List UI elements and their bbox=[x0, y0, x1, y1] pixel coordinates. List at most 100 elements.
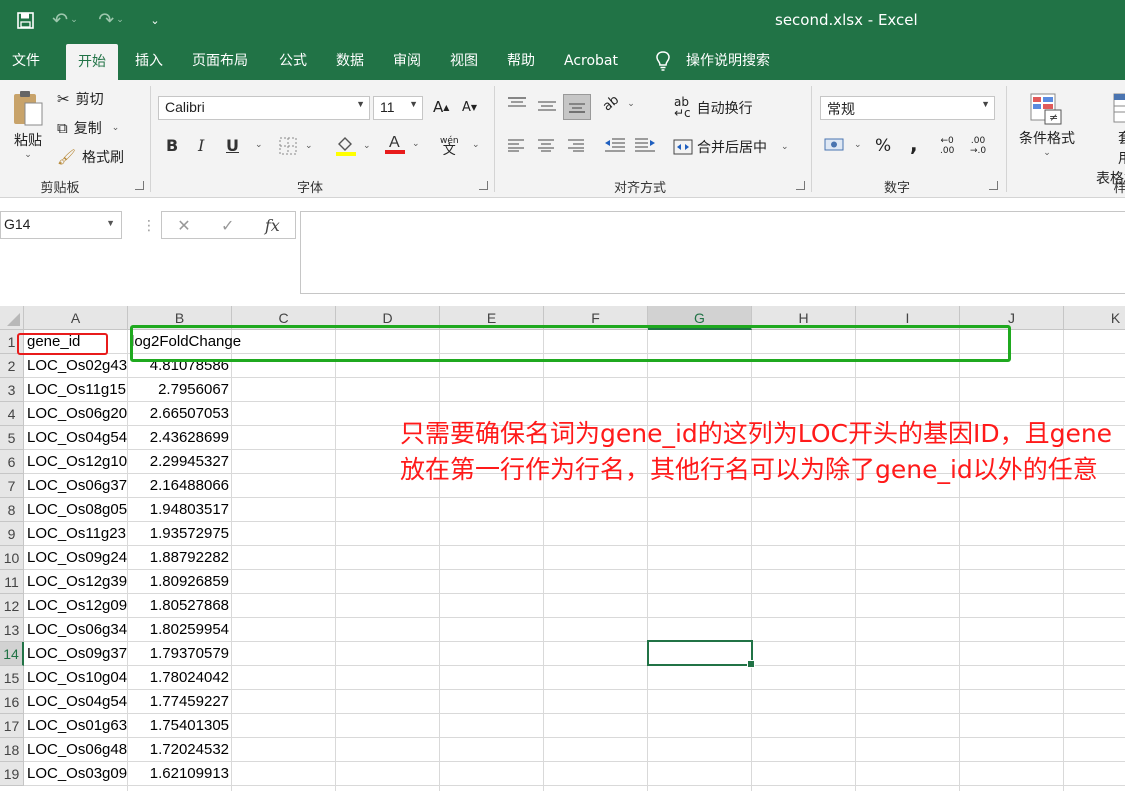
tab-view[interactable]: 视图 bbox=[438, 42, 490, 80]
decrease-decimal-button[interactable]: .00 →.0 bbox=[970, 136, 986, 156]
phonetic-button[interactable]: wén 文 bbox=[440, 136, 459, 157]
align-bottom-icon[interactable] bbox=[563, 94, 591, 120]
row-header-2[interactable]: 2 bbox=[0, 354, 24, 378]
number-format-combo[interactable]: 常规 ▼ bbox=[820, 96, 995, 120]
row-header-16[interactable]: 16 bbox=[0, 690, 24, 714]
cell-a19[interactable]: LOC_Os03g09 bbox=[24, 762, 128, 786]
cell-a17[interactable]: LOC_Os01g63 bbox=[24, 714, 128, 738]
merge-center-button[interactable]: 合并后居中 ⌄ bbox=[673, 137, 789, 157]
cell-a2[interactable]: LOC_Os02g43 bbox=[24, 354, 128, 378]
decrease-font-icon[interactable]: A ▼ bbox=[462, 100, 477, 115]
enter-icon[interactable]: ✓ bbox=[221, 216, 234, 235]
cell-b15[interactable]: 1.78024042 bbox=[128, 666, 232, 690]
name-box[interactable]: G14 ▼ bbox=[0, 211, 122, 239]
font-launcher-icon[interactable] bbox=[479, 181, 488, 190]
tab-help[interactable]: 帮助 bbox=[495, 42, 547, 80]
tab-home[interactable]: 开始 bbox=[66, 44, 118, 80]
increase-indent-icon[interactable] bbox=[634, 137, 656, 153]
cell-b18[interactable]: 1.72024532 bbox=[128, 738, 232, 762]
wrap-text-button[interactable]: ab ↵c 自动换行 bbox=[674, 96, 753, 119]
row-header-7[interactable]: 7 bbox=[0, 474, 24, 498]
cell-b17[interactable]: 1.75401305 bbox=[128, 714, 232, 738]
cell-b16[interactable]: 1.77459227 bbox=[128, 690, 232, 714]
cell-a6[interactable]: LOC_Os12g10 bbox=[24, 450, 128, 474]
paste-button[interactable]: 粘贴 ⌄ bbox=[8, 88, 48, 160]
italic-button[interactable]: I bbox=[198, 136, 204, 155]
accounting-format-button[interactable]: ⌄ bbox=[824, 136, 862, 154]
increase-decimal-button[interactable]: ←0.00 bbox=[940, 136, 954, 156]
underline-button[interactable]: U bbox=[226, 136, 239, 155]
cell-a14[interactable]: LOC_Os09g37 bbox=[24, 642, 128, 666]
column-header-a[interactable]: A bbox=[24, 306, 128, 330]
select-all-button[interactable] bbox=[0, 306, 24, 330]
row-header-14[interactable]: 14 bbox=[0, 642, 24, 666]
tab-formulas[interactable]: 公式 bbox=[267, 42, 319, 80]
fill-color-button[interactable]: ⌄ bbox=[335, 135, 371, 157]
cell-a18[interactable]: LOC_Os06g48 bbox=[24, 738, 128, 762]
row-header-5[interactable]: 5 bbox=[0, 426, 24, 450]
cell-b3[interactable]: 2.7956067 bbox=[128, 378, 232, 402]
cell-b9[interactable]: 1.93572975 bbox=[128, 522, 232, 546]
row-header-9[interactable]: 9 bbox=[0, 522, 24, 546]
cell-a9[interactable]: LOC_Os11g23 bbox=[24, 522, 128, 546]
alignment-launcher-icon[interactable] bbox=[796, 181, 805, 190]
cell-a12[interactable]: LOC_Os12g09 bbox=[24, 594, 128, 618]
number-launcher-icon[interactable] bbox=[989, 181, 998, 190]
cell-b4[interactable]: 2.66507053 bbox=[128, 402, 232, 426]
format-painter-button[interactable]: 🖌 格式刷 bbox=[57, 147, 124, 167]
row-header-12[interactable]: 12 bbox=[0, 594, 24, 618]
cell-b19[interactable]: 1.62109913 bbox=[128, 762, 232, 786]
tell-me-search[interactable]: 操作说明搜索 bbox=[674, 42, 782, 80]
row-header-8[interactable]: 8 bbox=[0, 498, 24, 522]
copy-button[interactable]: ⧉ 复制 ⌄ bbox=[57, 118, 119, 138]
row-header-17[interactable]: 17 bbox=[0, 714, 24, 738]
row-header-4[interactable]: 4 bbox=[0, 402, 24, 426]
cell-b6[interactable]: 2.29945327 bbox=[128, 450, 232, 474]
formula-input[interactable] bbox=[300, 211, 1125, 294]
cut-button[interactable]: ✂ 剪切 bbox=[57, 89, 104, 109]
insert-function-button[interactable]: fx bbox=[265, 216, 280, 235]
column-header-k[interactable]: K bbox=[1064, 306, 1125, 330]
cell-a16[interactable]: LOC_Os04g54 bbox=[24, 690, 128, 714]
cell-a5[interactable]: LOC_Os04g54 bbox=[24, 426, 128, 450]
formula-bar-grip-icon[interactable]: ⋮ bbox=[142, 218, 156, 234]
phonetic-dropdown-icon[interactable]: ⌄ bbox=[469, 140, 480, 150]
clipboard-launcher-icon[interactable] bbox=[135, 181, 144, 190]
align-top-icon[interactable] bbox=[507, 97, 527, 111]
align-right-icon[interactable] bbox=[567, 138, 585, 152]
cell-a8[interactable]: LOC_Os08g05 bbox=[24, 498, 128, 522]
tab-page-layout[interactable]: 页面布局 bbox=[180, 42, 260, 80]
align-center-icon[interactable] bbox=[537, 138, 555, 152]
row-header-3[interactable]: 3 bbox=[0, 378, 24, 402]
row-header-11[interactable]: 11 bbox=[0, 570, 24, 594]
row-header-10[interactable]: 10 bbox=[0, 546, 24, 570]
active-cell-g14[interactable] bbox=[647, 640, 755, 668]
tab-review[interactable]: 审阅 bbox=[381, 42, 433, 80]
cell-a13[interactable]: LOC_Os06g34 bbox=[24, 618, 128, 642]
percent-button[interactable]: % bbox=[875, 136, 891, 156]
format-as-table-button[interactable]: 套用 表格格 bbox=[1082, 92, 1125, 188]
row-header-18[interactable]: 18 bbox=[0, 738, 24, 762]
cell-b14[interactable]: 1.79370579 bbox=[128, 642, 232, 666]
font-name-combo[interactable]: Calibri ▼ bbox=[158, 96, 370, 120]
cell-b8[interactable]: 1.94803517 bbox=[128, 498, 232, 522]
cell-a7[interactable]: LOC_Os06g37 bbox=[24, 474, 128, 498]
align-middle-icon[interactable] bbox=[537, 99, 557, 113]
cell-a4[interactable]: LOC_Os06g20 bbox=[24, 402, 128, 426]
cancel-icon[interactable]: ✕ bbox=[177, 216, 190, 235]
row-header-6[interactable]: 6 bbox=[0, 450, 24, 474]
cell-b10[interactable]: 1.88792282 bbox=[128, 546, 232, 570]
row-header-15[interactable]: 15 bbox=[0, 666, 24, 690]
tab-data[interactable]: 数据 bbox=[324, 42, 376, 80]
cell-a10[interactable]: LOC_Os09g24 bbox=[24, 546, 128, 570]
cell-b12[interactable]: 1.80527868 bbox=[128, 594, 232, 618]
cell-b13[interactable]: 1.80259954 bbox=[128, 618, 232, 642]
cell-a11[interactable]: LOC_Os12g39 bbox=[24, 570, 128, 594]
cell-b11[interactable]: 1.80926859 bbox=[128, 570, 232, 594]
tab-file[interactable]: 文件 bbox=[0, 42, 52, 80]
conditional-format-button[interactable]: ≠ 条件格式 ⌄ bbox=[1016, 92, 1078, 158]
bold-button[interactable]: B bbox=[166, 136, 178, 155]
row-header-13[interactable]: 13 bbox=[0, 618, 24, 642]
borders-button[interactable]: ⌄ bbox=[279, 137, 313, 155]
align-left-icon[interactable] bbox=[507, 138, 525, 152]
